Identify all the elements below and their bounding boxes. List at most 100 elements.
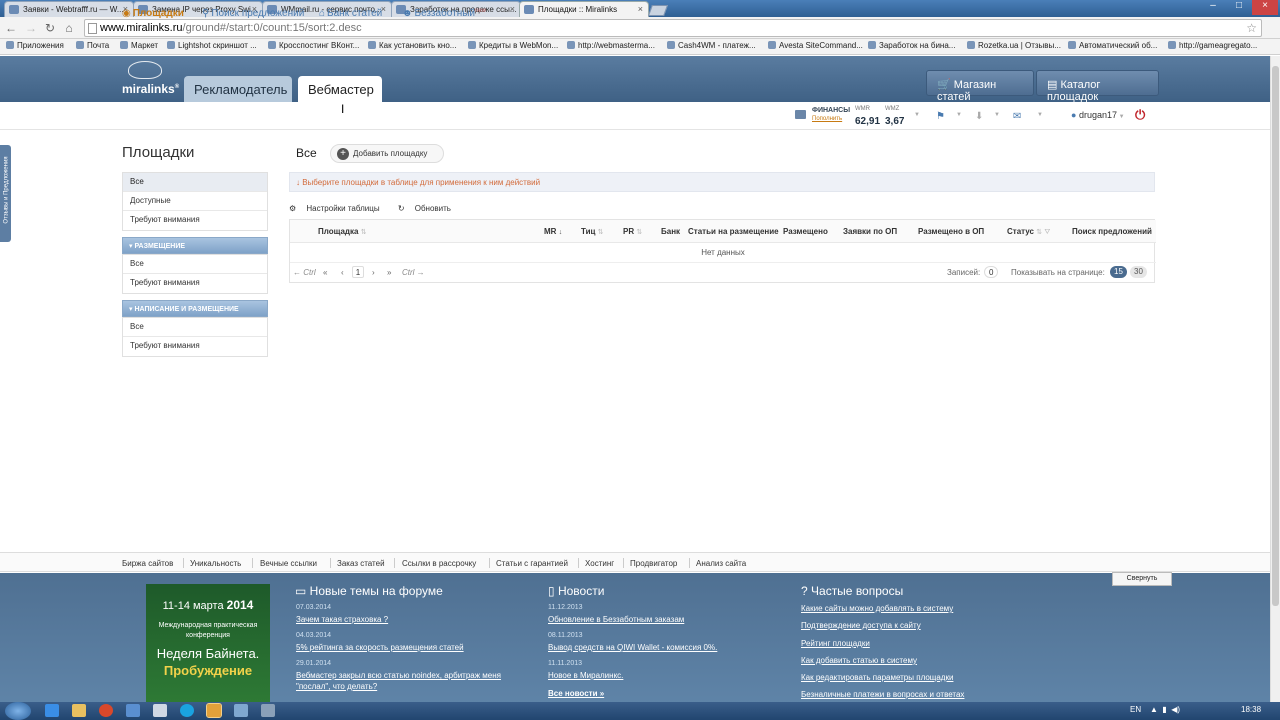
shop-articles-button[interactable]: 🛒 Магазин статей — [926, 70, 1034, 103]
mail-dropdown-icon[interactable]: ▼ — [1037, 112, 1043, 118]
subnav-sites[interactable]: ◉ Площадки — [122, 8, 184, 19]
notepad-icon[interactable] — [153, 704, 167, 717]
pager-prev-ctrl[interactable]: ← Ctrl — [293, 268, 316, 277]
filter-available[interactable]: Доступные — [123, 192, 267, 211]
flag-dropdown-icon[interactable]: ▼ — [956, 112, 962, 118]
bottom-nav-link[interactable]: Анализ сайта — [696, 559, 746, 568]
user-menu[interactable]: ● drugan17 ▼ — [1071, 110, 1125, 120]
bookmark-star-icon[interactable]: ☆ — [1246, 21, 1257, 35]
pager-prev[interactable]: ‹ — [341, 268, 344, 277]
bookmark-item[interactable]: Cash4WM - платеж... — [667, 41, 756, 50]
section-placement-header[interactable]: ▾ РАЗМЕЩЕНИЕ — [122, 237, 268, 254]
bottom-nav-link[interactable]: Продвигатор — [630, 559, 677, 568]
column-header-search-offers[interactable]: Поиск предложений — [1072, 227, 1152, 236]
faq-link[interactable]: Рейтинг площадки — [801, 638, 870, 650]
forum-topic-link[interactable]: Зачем такая страховка ? — [296, 614, 388, 626]
subnav-article-bank[interactable]: ⌂ Банк статей — [319, 8, 382, 19]
column-header-op-requests[interactable]: Заявки по ОП — [843, 227, 897, 236]
section-writing-header[interactable]: ▾ НАПИСАНИЕ И РАЗМЕЩЕНИЕ — [122, 300, 268, 317]
catalog-button[interactable]: ▤ Каталог площадок — [1036, 70, 1159, 103]
bottom-nav-link[interactable]: Ссылки в рассрочку — [402, 559, 476, 568]
faq-link[interactable]: Какие сайты можно добавлять в систему — [801, 603, 953, 615]
forum-topic-link-continued[interactable]: "послал", что делать? — [296, 681, 377, 693]
new-tab-button[interactable] — [647, 5, 669, 16]
volume-icon[interactable]: ◀) — [1171, 705, 1180, 714]
url-input[interactable]: www.miralinks.ru/ground#/start:0/count:1… — [84, 19, 1262, 37]
conference-banner[interactable]: 11-14 марта 2014 Международная практичес… — [146, 584, 270, 705]
subnav-search-offers[interactable]: ⚲ Поиск предложений — [202, 8, 304, 19]
page-scrollbar[interactable] — [1270, 56, 1280, 702]
pager-next[interactable]: › — [372, 268, 375, 277]
news-link[interactable]: Вывод средств на QIWI Wallet - комиссия … — [548, 642, 717, 654]
pager-next-ctrl[interactable]: Ctrl → — [402, 268, 425, 277]
back-icon[interactable]: ← — [4, 21, 18, 35]
column-header-status[interactable]: Статус ⇅ ⛛ — [1007, 227, 1050, 237]
bookmark-item[interactable]: Автоматический об... — [1068, 41, 1157, 50]
explorer-icon[interactable] — [72, 704, 86, 717]
taskbar-clock[interactable]: 18:38 — [1241, 705, 1261, 714]
bottom-nav-link[interactable]: Статьи с гарантией — [496, 559, 568, 568]
bookmark-item[interactable]: Приложения — [6, 41, 64, 50]
minimize-icon[interactable]: – — [1200, 0, 1226, 15]
tab-advertiser[interactable]: Рекламодатель — [184, 76, 292, 102]
skype-icon[interactable] — [180, 704, 194, 717]
flag-icon[interactable]: ⚑ — [936, 111, 945, 122]
column-header-placed[interactable]: Размещено — [783, 227, 828, 236]
maximize-icon[interactable]: □ — [1226, 0, 1252, 15]
news-link[interactable]: Новое в Миралинкс. — [548, 670, 623, 682]
download-dropdown-icon[interactable]: ▼ — [994, 112, 1000, 118]
forward-icon[interactable]: → — [24, 21, 38, 35]
finance-dropdown-icon[interactable]: ▼ — [914, 112, 920, 118]
column-header-site[interactable]: Площадка ⇅ — [318, 227, 367, 236]
placement-need-attention[interactable]: Требуют внимания — [123, 274, 267, 293]
faq-link[interactable]: Как добавить статью в систему — [801, 655, 917, 667]
reload-icon[interactable]: ↻ — [43, 21, 57, 35]
faq-link[interactable]: Как редактировать параметры площадки — [801, 672, 953, 684]
close-tab-icon[interactable]: × — [638, 4, 643, 14]
language-indicator[interactable]: EN — [1130, 705, 1141, 714]
close-window-icon[interactable]: × — [1252, 0, 1278, 15]
bookmark-item[interactable]: Кросспостинг ВКонт... — [268, 41, 359, 50]
bottom-nav-link[interactable]: Заказ статей — [337, 559, 385, 568]
finance-widget[interactable]: ФИНАНСЫ Пополнить WMR 62,91 WMZ 3,67 — [793, 104, 921, 128]
forum-topic-link[interactable]: 5% рейтинга за скорость размещения стате… — [296, 642, 464, 654]
filter-icon[interactable]: ⛛ — [1044, 229, 1050, 236]
filter-need-attention[interactable]: Требуют внимания — [123, 211, 267, 230]
pager-current-page[interactable]: 1 — [352, 266, 364, 278]
pager-last[interactable]: » — [387, 268, 391, 277]
faq-link[interactable]: Подтверждение доступа к сайту — [801, 620, 921, 632]
chrome-icon[interactable] — [99, 704, 113, 717]
all-news-link[interactable]: Все новости » — [548, 688, 604, 700]
logout-power-icon[interactable]: ⏻ — [1135, 107, 1145, 123]
column-header-tic[interactable]: Тиц ⇅ — [581, 227, 604, 236]
app-icon[interactable] — [261, 704, 275, 717]
refresh-link[interactable]: ↻ Обновить — [398, 204, 459, 213]
faq-link[interactable]: Безналичные платежи в вопросах и ответах — [801, 689, 964, 701]
feedback-side-tab[interactable]: Отзывы и Предложения — [0, 145, 11, 242]
network-icon[interactable]: ▮ — [1162, 705, 1166, 714]
bottom-nav-link[interactable]: Биржа сайтов — [122, 559, 173, 568]
bookmark-item[interactable]: Lightshot скриншот ... — [167, 41, 257, 50]
app-icon[interactable] — [126, 704, 140, 717]
top-up-link[interactable]: Пополнить — [812, 116, 842, 122]
bottom-nav-link[interactable]: Вечные ссылки — [260, 559, 317, 568]
per-page-30[interactable]: 30 — [1130, 266, 1147, 278]
add-site-button[interactable]: + Добавить площадку — [330, 144, 444, 163]
filter-all[interactable]: Все — [123, 173, 267, 192]
pager-first[interactable]: « — [323, 268, 327, 277]
bookmark-item[interactable]: Кредиты в WebMon... — [468, 41, 558, 50]
column-header-mr[interactable]: MR ↓ — [544, 227, 562, 236]
bookmark-item[interactable]: Почта — [76, 41, 109, 50]
per-page-15[interactable]: 15 — [1110, 266, 1127, 278]
column-header-pr[interactable]: PR ⇅ — [623, 227, 642, 236]
writing-need-attention[interactable]: Требуют внимания — [123, 337, 267, 356]
writing-all[interactable]: Все — [123, 318, 267, 337]
bookmark-item[interactable]: http://webmasterma... — [567, 41, 655, 50]
table-settings-link[interactable]: ⚙ Настройки таблицы — [289, 204, 388, 213]
download-icon[interactable]: ⬇ — [975, 111, 983, 122]
browser-tab-active[interactable]: Площадки :: Miralinks × — [519, 1, 649, 17]
bottom-nav-link[interactable]: Хостинг — [585, 559, 614, 568]
close-tab-icon[interactable]: × — [510, 4, 515, 14]
app-icon[interactable] — [234, 704, 248, 717]
column-header-bank[interactable]: Банк — [661, 227, 680, 236]
